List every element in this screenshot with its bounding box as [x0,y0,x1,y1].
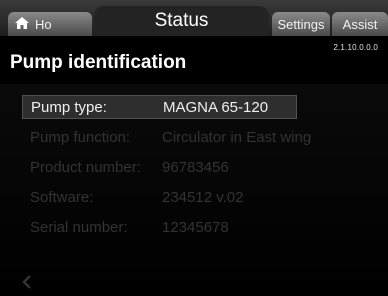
tab-settings[interactable]: Settings [272,12,330,36]
product-number-row[interactable]: Product number: 96783456 [22,155,382,179]
tab-assist[interactable]: Assist [332,12,388,36]
page-title: Pump identification [10,52,187,73]
tab-status[interactable]: Status [94,6,269,36]
home-icon [14,16,30,33]
serial-number-value: 12345678 [162,218,229,236]
serial-number-label: Serial number: [30,218,128,236]
product-number-value: 96783456 [162,158,229,176]
pump-function-value: Circulator in East wing [162,128,312,146]
tab-status-label: Status [154,10,209,31]
pump-type-label: Pump type: [31,98,107,116]
pump-function-label: Pump function: [30,128,131,146]
software-row[interactable]: Software: 234512 v.02 [22,185,382,209]
product-number-label: Product number: [30,158,141,176]
tab-assist-label: Assist [342,16,378,32]
tab-home[interactable]: Ho [8,12,92,36]
software-value: 234512 v.02 [162,188,244,206]
version-label: 2.1.10.0.0.0 [333,43,378,52]
tab-settings-label: Settings [277,16,325,32]
pump-info-list: Pump type: MAGNA 65-120 Pump function: C… [22,95,382,239]
back-arrow-icon[interactable] [20,274,34,290]
pump-type-value: MAGNA 65-120 [163,98,269,116]
serial-number-row[interactable]: Serial number: 12345678 [22,215,382,239]
pump-type-row[interactable]: Pump type: MAGNA 65-120 [22,95,297,119]
software-label: Software: [30,188,94,206]
pump-function-row[interactable]: Pump function: Circulator in East wing [22,125,382,149]
tab-home-label: Ho [35,16,52,32]
